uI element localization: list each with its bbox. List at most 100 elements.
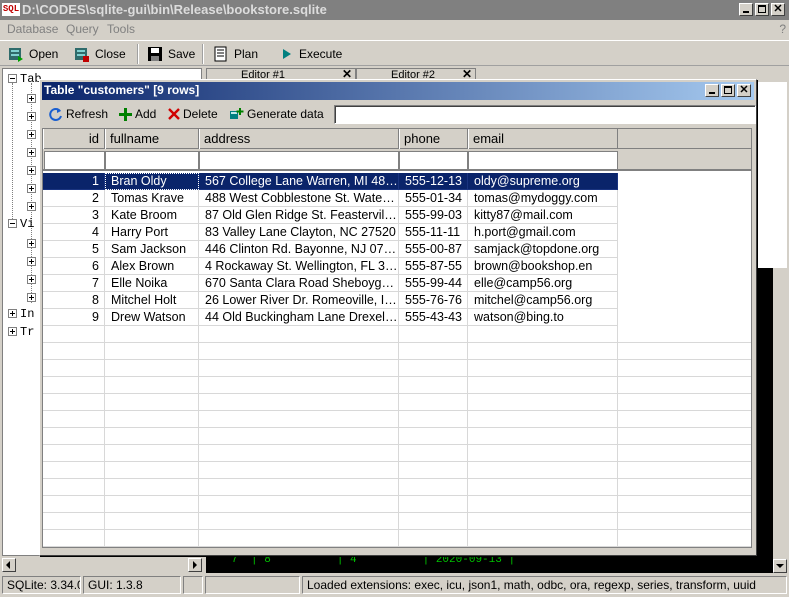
execute-button[interactable]: Execute bbox=[280, 44, 342, 64]
tree-node-triggers[interactable]: Tr bbox=[8, 325, 34, 339]
expand-icon[interactable] bbox=[27, 184, 36, 193]
cell-id[interactable]: 8 bbox=[43, 292, 105, 309]
cell-fullname[interactable]: Alex Brown bbox=[105, 258, 199, 275]
cell-email[interactable]: mitchel@camp56.org bbox=[468, 292, 618, 309]
maximize-button[interactable] bbox=[755, 3, 769, 16]
minimize-button[interactable] bbox=[705, 84, 719, 97]
cell-email[interactable]: brown@bookshop.en bbox=[468, 258, 618, 275]
tree-node-views[interactable]: Vi bbox=[8, 217, 34, 231]
table-filter-input[interactable] bbox=[334, 105, 756, 124]
sql-editor[interactable] bbox=[756, 82, 787, 268]
plan-button[interactable]: Plan bbox=[213, 44, 258, 64]
menu-query[interactable]: Query bbox=[66, 22, 99, 36]
cell-address[interactable]: 87 Old Glen Ridge St. Feasterville, PA 1… bbox=[199, 207, 399, 224]
filter-email-input[interactable] bbox=[468, 151, 618, 170]
cell-phone[interactable]: 555-12-13 bbox=[399, 173, 468, 190]
cell-address[interactable]: 26 Lower River Dr. Romeoville, IL 60446 bbox=[199, 292, 399, 309]
expand-icon[interactable] bbox=[27, 293, 36, 302]
filter-id-input[interactable] bbox=[44, 151, 105, 170]
cell-phone[interactable]: 555-99-44 bbox=[399, 275, 468, 292]
table-row[interactable]: 6 Alex Brown 4 Rockaway St. Wellington, FL… bbox=[43, 258, 751, 275]
cell-fullname[interactable]: Bran Oldy bbox=[105, 173, 199, 190]
cell-id[interactable]: 9 bbox=[43, 309, 105, 326]
expand-icon[interactable] bbox=[27, 257, 36, 266]
table-row[interactable]: 7 Elle Noika 670 Santa Clara Road Sheboyga… bbox=[43, 275, 751, 292]
cell-fullname[interactable]: Drew Watson bbox=[105, 309, 199, 326]
close-table-window-button[interactable]: ✕ bbox=[737, 84, 751, 97]
cell-address[interactable]: 44 Old Buckingham Lane Drexel Hill, PA 1… bbox=[199, 309, 399, 326]
cell-address[interactable]: 446 Clinton Rd. Bayonne, NJ 07002 bbox=[199, 241, 399, 258]
scroll-left-button[interactable] bbox=[2, 558, 16, 572]
filter-phone-input[interactable] bbox=[399, 151, 468, 170]
cell-address[interactable]: 567 College Lane Warren, MI 48089 bbox=[199, 173, 399, 190]
cell-phone[interactable]: 555-76-76 bbox=[399, 292, 468, 309]
cell-id[interactable]: 5 bbox=[43, 241, 105, 258]
collapse-icon[interactable] bbox=[8, 74, 17, 83]
generate-data-button[interactable]: Generate data bbox=[229, 104, 324, 124]
cell-fullname[interactable]: Mitchel Holt bbox=[105, 292, 199, 309]
cell-id[interactable]: 4 bbox=[43, 224, 105, 241]
save-button[interactable]: Save bbox=[147, 44, 195, 64]
cell-id[interactable]: 7 bbox=[43, 275, 105, 292]
menu-database[interactable]: Database bbox=[7, 22, 58, 36]
menu-tools[interactable]: Tools bbox=[107, 22, 135, 36]
cell-fullname[interactable]: Kate Broom bbox=[105, 207, 199, 224]
expand-icon[interactable] bbox=[27, 148, 36, 157]
minimize-button[interactable] bbox=[739, 3, 753, 16]
cell-email[interactable]: h.port@gmail.com bbox=[468, 224, 618, 241]
collapse-icon[interactable] bbox=[8, 219, 17, 228]
cell-phone[interactable]: 555-43-43 bbox=[399, 309, 468, 326]
cell-email[interactable]: tomas@mydoggy.com bbox=[468, 190, 618, 207]
tree-hscroll[interactable] bbox=[2, 556, 202, 573]
cell-phone[interactable]: 555-00-87 bbox=[399, 241, 468, 258]
cell-id[interactable]: 3 bbox=[43, 207, 105, 224]
cell-email[interactable]: elle@camp56.org bbox=[468, 275, 618, 292]
table-row[interactable]: 1 Bran Oldy 567 College Lane Warren, MI 48… bbox=[43, 173, 751, 190]
expand-icon[interactable] bbox=[8, 327, 17, 336]
cell-id[interactable]: 6 bbox=[43, 258, 105, 275]
cell-phone[interactable]: 555-11-11 bbox=[399, 224, 468, 241]
expand-icon[interactable] bbox=[27, 112, 36, 121]
results-scrollbar[interactable] bbox=[773, 268, 787, 573]
cell-email[interactable]: watson@bing.to bbox=[468, 309, 618, 326]
cell-fullname[interactable]: Sam Jackson bbox=[105, 241, 199, 258]
open-button[interactable]: Open bbox=[8, 44, 58, 64]
filter-address-input[interactable] bbox=[199, 151, 399, 170]
delete-button[interactable]: Delete bbox=[168, 104, 218, 124]
cell-id[interactable]: 2 bbox=[43, 190, 105, 207]
maximize-button[interactable] bbox=[721, 84, 735, 97]
cell-fullname[interactable]: Harry Port bbox=[105, 224, 199, 241]
table-row[interactable]: 2 Tomas Krave 488 West Cobblestone St. Wat… bbox=[43, 190, 751, 207]
cell-phone[interactable]: 555-01-34 bbox=[399, 190, 468, 207]
cell-email[interactable]: samjack@topdone.org bbox=[468, 241, 618, 258]
column-header-email[interactable]: email bbox=[468, 129, 618, 149]
add-button[interactable]: Add bbox=[119, 104, 156, 124]
column-header-phone[interactable]: phone bbox=[399, 129, 468, 149]
expand-icon[interactable] bbox=[27, 166, 36, 175]
expand-icon[interactable] bbox=[27, 202, 36, 211]
cell-phone[interactable]: 555-87-55 bbox=[399, 258, 468, 275]
refresh-button[interactable]: Refresh bbox=[48, 104, 108, 124]
table-row[interactable]: 9 Drew Watson 44 Old Buckingham Lane Drexe… bbox=[43, 309, 751, 326]
column-header-address[interactable]: address bbox=[199, 129, 399, 149]
table-window-titlebar[interactable]: Table "customers" [9 rows] ✕ bbox=[42, 82, 754, 100]
menu-help[interactable]: ? bbox=[779, 22, 786, 36]
scroll-right-button[interactable] bbox=[188, 558, 202, 572]
filter-fullname-input[interactable] bbox=[105, 151, 199, 170]
close-button[interactable]: Close bbox=[74, 44, 126, 64]
grid-hscroll[interactable] bbox=[42, 548, 752, 554]
column-header-fullname[interactable]: fullname bbox=[105, 129, 199, 149]
scroll-down-button[interactable] bbox=[773, 559, 787, 573]
expand-icon[interactable] bbox=[27, 130, 36, 139]
tree-node-indexes[interactable]: In bbox=[8, 307, 34, 321]
tree-node-tables[interactable]: Tab bbox=[8, 72, 42, 86]
expand-icon[interactable] bbox=[27, 275, 36, 284]
expand-icon[interactable] bbox=[27, 239, 36, 248]
column-header-id[interactable]: id bbox=[43, 129, 105, 149]
expand-icon[interactable] bbox=[8, 309, 17, 318]
close-window-button[interactable]: ✕ bbox=[771, 3, 785, 16]
table-row[interactable]: 3 Kate Broom 87 Old Glen Ridge St. Feaster… bbox=[43, 207, 751, 224]
cell-fullname[interactable]: Tomas Krave bbox=[105, 190, 199, 207]
cell-address[interactable]: 488 West Cobblestone St. Waterford, MI 4… bbox=[199, 190, 399, 207]
cell-email[interactable]: oldy@supreme.org bbox=[468, 173, 618, 190]
